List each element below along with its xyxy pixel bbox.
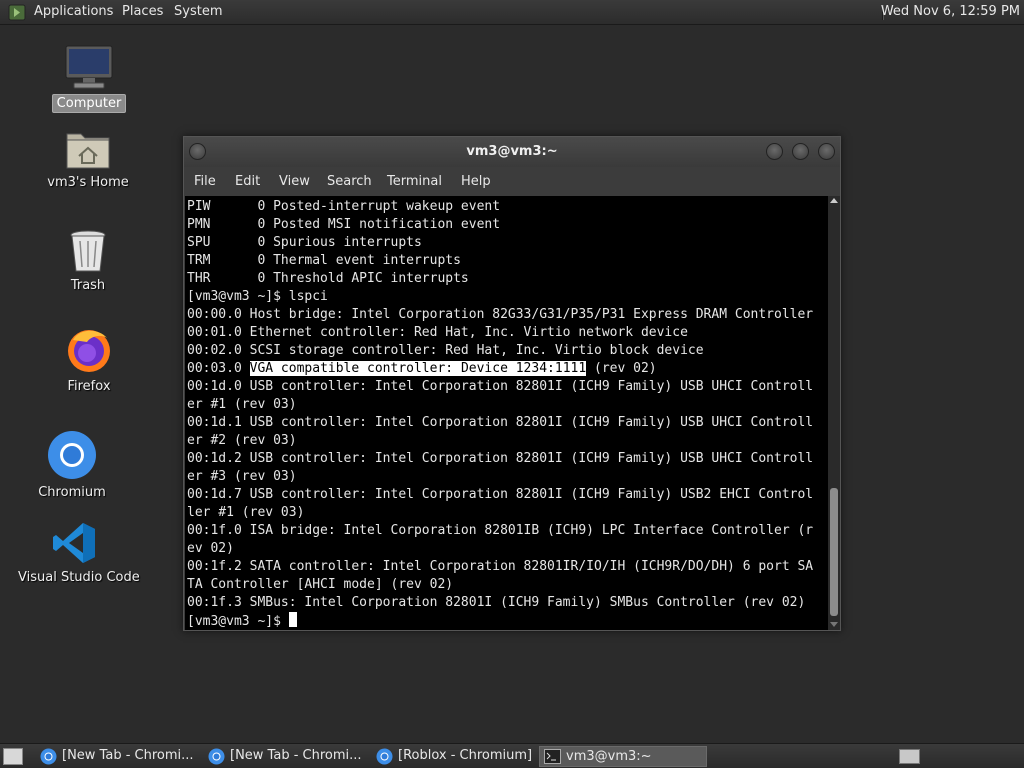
terminal-line: SPU 0 Spurious interrupts — [187, 235, 422, 250]
menu-view[interactable]: View — [279, 174, 310, 189]
firefox-icon — [68, 330, 110, 372]
terminal-menubar: File Edit View Search Terminal Help — [184, 167, 840, 195]
menu-edit[interactable]: Edit — [235, 174, 260, 189]
vscode-icon — [53, 523, 95, 563]
taskbar-button-terminal[interactable]: vm3@vm3:~ — [539, 746, 707, 767]
taskbar-button-label: [New Tab - Chromi... — [230, 748, 362, 763]
terminal-icon — [544, 749, 561, 764]
terminal-line: PIW 0 Posted-interrupt wakeup event — [187, 199, 501, 214]
terminal-line: er #3 (rev 03) — [187, 469, 297, 484]
desktop-icon-vscode[interactable]: Visual Studio Code — [14, 521, 140, 586]
show-desktop-button[interactable] — [3, 748, 23, 765]
terminal-line: PMN 0 Posted MSI notification event — [187, 217, 501, 232]
maximize-button[interactable] — [792, 143, 809, 160]
terminal-line: THR 0 Threshold APIC interrupts — [187, 271, 469, 286]
chromium-icon — [40, 748, 57, 765]
desktop-icon-home[interactable]: vm3's Home — [28, 128, 148, 191]
terminal-line-highlighted: 00:03.0 VGA compatible controller: Devic… — [187, 360, 813, 378]
top-panel: Applications Places System Wed Nov 6, 12… — [0, 0, 1024, 25]
terminal-line: 00:1d.0 USB controller: Intel Corporatio… — [187, 379, 814, 394]
terminal-line: 00:1f.3 SMBus: Intel Corporation 82801I … — [187, 595, 806, 610]
line-suffix: (rev 02) — [586, 361, 657, 376]
scroll-down-arrow-icon[interactable] — [830, 622, 838, 627]
taskbar-button-label: [Roblox - Chromium] — [398, 748, 533, 763]
selected-text[interactable]: VGA compatible controller: Device 1234:1… — [249, 361, 587, 376]
bottom-taskbar: [New Tab - Chromi... [New Tab - Chromi..… — [0, 743, 1024, 768]
terminal-line: 00:00.0 Host bridge: Intel Corporation 8… — [187, 307, 814, 322]
chromium-icon — [376, 748, 393, 765]
terminal-scrollbar[interactable] — [828, 196, 840, 630]
desktop-icon-chromium[interactable]: Chromium — [12, 430, 132, 501]
chromium-icon — [48, 431, 96, 479]
scrollbar-thumb[interactable] — [830, 488, 838, 616]
taskbar-button-label: vm3@vm3:~ — [566, 749, 652, 764]
terminal-line: 00:1f.2 SATA controller: Intel Corporati… — [187, 559, 814, 574]
scroll-up-arrow-icon[interactable] — [830, 198, 838, 203]
desktop-icon-trash[interactable]: Trash — [28, 229, 148, 294]
text-cursor — [288, 612, 297, 627]
menu-search[interactable]: Search — [327, 174, 372, 189]
terminal-line: ler #1 (rev 03) — [187, 505, 305, 520]
taskbar-button-newtab-2[interactable]: [New Tab - Chromi... — [204, 746, 366, 767]
terminal-output[interactable]: PIW 0 Posted-interrupt wakeup event PMN 0… — [185, 196, 828, 630]
terminal-line: 00:1d.1 USB controller: Intel Corporatio… — [187, 415, 814, 430]
prompt: [vm3@vm3 ~]$ — [187, 614, 289, 629]
desktop-icon-label: Trash — [70, 278, 106, 293]
menu-file[interactable]: File — [194, 174, 216, 189]
workspace-switcher[interactable] — [899, 749, 920, 764]
terminal-line: TA Controller [AHCI mode] (rev 02) — [187, 577, 454, 592]
chromium-icon — [208, 748, 225, 765]
desktop-icon-firefox[interactable]: Firefox — [29, 326, 149, 395]
home-folder-icon — [66, 133, 110, 169]
line-prefix: 00:03.0 — [187, 361, 250, 376]
applications-menu[interactable]: Applications — [34, 4, 113, 19]
taskbar-button-roblox[interactable]: [Roblox - Chromium] — [372, 746, 534, 767]
terminal-line: er #1 (rev 03) — [187, 397, 297, 412]
terminal-window[interactable]: vm3@vm3:~ File Edit View Search Terminal… — [183, 136, 841, 631]
minimize-button[interactable] — [766, 143, 783, 160]
system-menu[interactable]: System — [174, 4, 222, 19]
menu-help[interactable]: Help — [461, 174, 491, 189]
menu-terminal[interactable]: Terminal — [387, 174, 442, 189]
window-titlebar[interactable]: vm3@vm3:~ — [184, 137, 840, 167]
desktop-icon-label: Computer — [51, 94, 127, 113]
desktop-icon-label: vm3's Home — [47, 175, 129, 190]
places-menu[interactable]: Places — [122, 4, 163, 19]
terminal-line: ev 02) — [187, 541, 234, 556]
computer-icon — [65, 45, 113, 89]
prompt-line[interactable]: [vm3@vm3 ~]$ — [187, 612, 813, 630]
desktop-icon-label: Firefox — [67, 379, 111, 394]
terminal-line: 00:1f.0 ISA bridge: Intel Corporation 82… — [187, 523, 814, 538]
terminal-line: 00:01.0 Ethernet controller: Red Hat, In… — [187, 325, 688, 340]
trash-icon — [70, 230, 106, 272]
desktop-icon-label: Chromium — [38, 485, 106, 500]
close-button[interactable] — [818, 143, 835, 160]
taskbar-button-newtab-1[interactable]: [New Tab - Chromi... — [36, 746, 198, 767]
taskbar-button-label: [New Tab - Chromi... — [62, 748, 194, 763]
window-title: vm3@vm3:~ — [466, 144, 558, 159]
desktop-icon-label: Visual Studio Code — [18, 570, 140, 585]
gnome-foot-icon[interactable] — [8, 4, 26, 21]
terminal-line: TRM 0 Thermal event interrupts — [187, 253, 461, 268]
desktop-icon-computer[interactable]: Computer — [29, 44, 149, 113]
terminal-line: 00:1d.2 USB controller: Intel Corporatio… — [187, 451, 814, 466]
terminal-text: PIW 0 Posted-interrupt wakeup event PMN 0… — [187, 198, 813, 630]
terminal-line: 00:02.0 SCSI storage controller: Red Hat… — [187, 343, 704, 358]
terminal-line: 00:1d.7 USB controller: Intel Corporatio… — [187, 487, 814, 502]
terminal-line: [vm3@vm3 ~]$ lspci — [187, 289, 328, 304]
clock[interactable]: Wed Nov 6, 12:59 PM — [881, 4, 1020, 19]
terminal-line: er #2 (rev 03) — [187, 433, 297, 448]
